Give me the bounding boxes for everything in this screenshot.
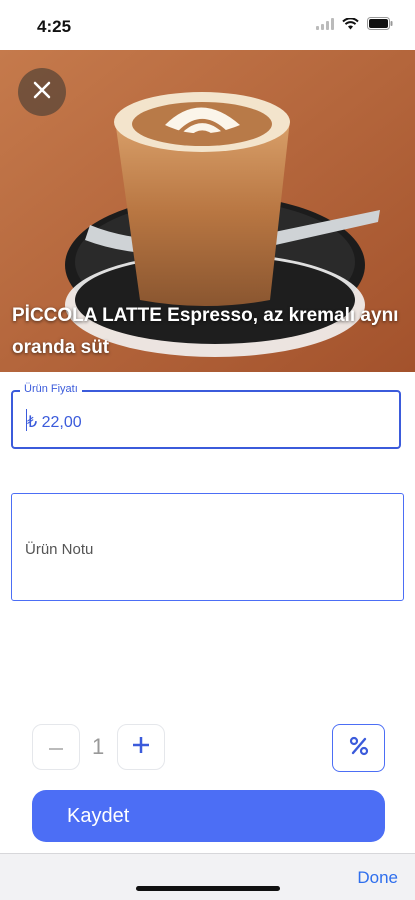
keyboard-toolbar: Done [0,853,415,900]
close-icon [32,80,52,105]
price-label: Ürün Fiyatı [20,383,82,395]
note-placeholder: Ürün Notu [25,541,94,558]
home-indicator [136,886,280,891]
decrement-button[interactable] [32,724,80,770]
wifi-icon [342,17,359,35]
save-button[interactable]: Kaydet [32,790,385,842]
price-value: ₺ 22,00 [27,414,82,431]
battery-icon [367,17,393,35]
signal-icon [316,17,334,35]
plus-icon [132,736,150,759]
product-note-field[interactable]: Ürün Notu [11,493,404,601]
save-label: Kaydet [67,804,130,827]
quantity-value: 1 [92,734,105,759]
minus-icon [49,738,63,756]
done-button[interactable]: Done [357,868,398,888]
status-icons [316,17,393,35]
status-bar: 4:25 [0,0,415,50]
percent-icon [349,736,369,761]
increment-button[interactable] [117,724,165,770]
close-button[interactable] [18,68,66,116]
status-time: 4:25 [37,17,72,36]
product-title: PİCCOLA LATTE Espresso, az kremalı aynı … [12,305,399,358]
price-field[interactable]: ₺ 22,00 [11,390,401,449]
discount-button[interactable] [332,724,385,772]
